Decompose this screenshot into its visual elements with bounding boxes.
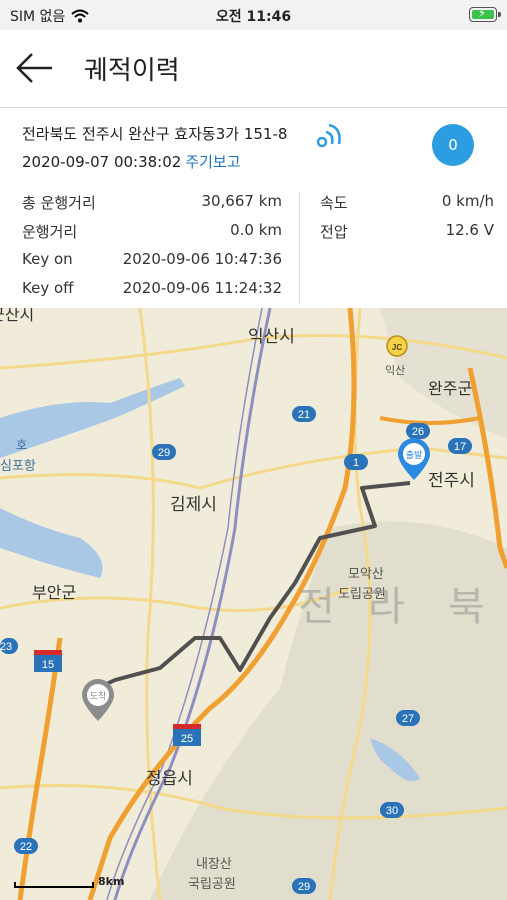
route-shield: 1 <box>344 454 368 470</box>
report-date: 2020-09-07 00:38:02 주기보고 <box>22 151 241 172</box>
report-type: 주기보고 <box>185 153 241 171</box>
route-shield: 29 <box>292 878 316 894</box>
stat-value: 2020-09-06 10:47:36 <box>122 250 282 268</box>
stat-row: Key on 2020-09-06 10:47:36 <box>22 250 282 279</box>
route-number: 15 <box>42 659 54 671</box>
stat-row: Key off 2020-09-06 11:24:32 <box>22 279 282 308</box>
map-label-simpo: 심포항 <box>0 459 36 474</box>
map-canvas[interactable]: 21 26 17 29 1 27 15 25 30 22 29 23 JC 군산… <box>0 308 507 900</box>
stat-row: 속도 0 km/h <box>320 192 494 221</box>
status-time: 오전 11:46 <box>215 9 292 25</box>
stat-value: 30,667 km <box>201 192 282 210</box>
stat-value: 0.0 km <box>230 221 282 239</box>
map-label-naejang: 내장산 <box>196 857 232 872</box>
route-number: 30 <box>386 805 398 817</box>
map-label-iksan: 익산시 <box>248 327 295 347</box>
route-shield: 17 <box>448 438 472 454</box>
start-marker-label: 출발 <box>406 450 423 461</box>
route-shield: 23 <box>0 638 18 654</box>
route-number: 22 <box>20 841 32 853</box>
start-marker[interactable]: 출발 <box>398 438 430 480</box>
route-number: 1 <box>353 457 359 469</box>
stat-label: 속도 <box>320 194 348 212</box>
route-shield: 27 <box>396 710 420 726</box>
route-shield: 26 <box>406 423 430 439</box>
map-label-gimje: 김제시 <box>170 495 217 515</box>
stat-label: 운행거리 <box>22 223 78 241</box>
map-label-jeongeup: 정읍시 <box>146 769 193 789</box>
stat-row: 전압 12.6 V <box>320 221 494 250</box>
route-shield: 21 <box>292 406 316 422</box>
route-shield: 25 <box>173 724 201 746</box>
route-shield: 30 <box>380 802 404 818</box>
signal-icon <box>316 123 341 148</box>
stat-label: Key on <box>22 250 73 268</box>
stat-label: 전압 <box>320 223 348 241</box>
map-label-wanju: 완주군 <box>428 379 472 398</box>
map-label-ho: 호 <box>16 438 27 452</box>
scale-bar <box>14 882 94 888</box>
end-marker[interactable]: 도착 <box>82 679 114 721</box>
water-body <box>0 508 103 578</box>
route-shield: 22 <box>14 838 38 854</box>
map-view[interactable]: 21 26 17 29 1 27 15 25 30 22 29 23 JC 군산… <box>0 308 507 900</box>
map-label-gunsan: 군산시 <box>0 308 34 324</box>
stat-value: 2020-09-06 11:24:32 <box>122 279 282 297</box>
map-label-moak: 모악산 <box>348 567 384 582</box>
map-label-region: 라 <box>368 584 405 630</box>
stat-label: 총 운행거리 <box>22 194 96 212</box>
stat-row: 운행거리 0.0 km <box>22 221 282 250</box>
route-shield: 15 <box>34 650 62 672</box>
stat-value: 12.6 V <box>445 221 494 239</box>
route-number: 17 <box>454 441 466 453</box>
scale-label: 8km <box>98 875 125 888</box>
route-number: 25 <box>181 733 193 745</box>
page-title: 궤적이력 <box>84 56 180 86</box>
route-number: 23 <box>0 641 12 653</box>
map-label-region: 전 <box>298 584 335 630</box>
route-number: 21 <box>298 409 310 421</box>
map-label-jeonju: 전주시 <box>428 471 475 491</box>
map-label-buan: 부안군 <box>32 583 76 602</box>
highway <box>379 416 481 425</box>
route-number: 27 <box>402 713 414 725</box>
map-label-iksan-small: 익산 <box>385 364 405 377</box>
stat-row: 총 운행거리 30,667 km <box>22 192 282 221</box>
stats-left: 총 운행거리 30,667 km 운행거리 0.0 km Key on 2020-09… <box>22 192 282 308</box>
address-text: 전라북도 전주시 완산구 효자동3가 151-8 <box>22 125 288 143</box>
map-label-region: 북 <box>448 584 485 630</box>
date-text: 2020-09-07 00:38:02 <box>22 153 182 171</box>
battery-charging-icon: ⚡ <box>469 6 501 22</box>
route-shield: 29 <box>152 444 176 460</box>
route-number: 26 <box>412 426 424 438</box>
count-badge[interactable]: 0 <box>432 124 474 166</box>
end-marker-label: 도착 <box>90 691 107 702</box>
app-header: 궤적이력 <box>0 30 507 108</box>
stats-right: 속도 0 km/h 전압 12.6 V <box>320 192 494 250</box>
jc-label: JC <box>392 343 402 352</box>
map-label-naejang-park: 국립공원 <box>188 877 236 892</box>
info-panel: 전라북도 전주시 완산구 효자동3가 151-8 2020-09-07 00:3… <box>0 108 507 308</box>
junction-icon: JC <box>386 335 408 357</box>
stats-divider <box>299 192 300 304</box>
stat-label: Key off <box>22 279 74 297</box>
arrow-left-icon[interactable] <box>14 50 54 86</box>
mountain-area <box>150 521 507 900</box>
stat-value: 0 km/h <box>441 192 494 210</box>
status-bar: SIM 없음 오전 11:46 ⚡ <box>0 0 507 30</box>
route-number: 29 <box>298 881 310 893</box>
map-scale: 8km <box>14 875 124 888</box>
highway <box>17 637 63 900</box>
route-number: 29 <box>158 447 170 459</box>
